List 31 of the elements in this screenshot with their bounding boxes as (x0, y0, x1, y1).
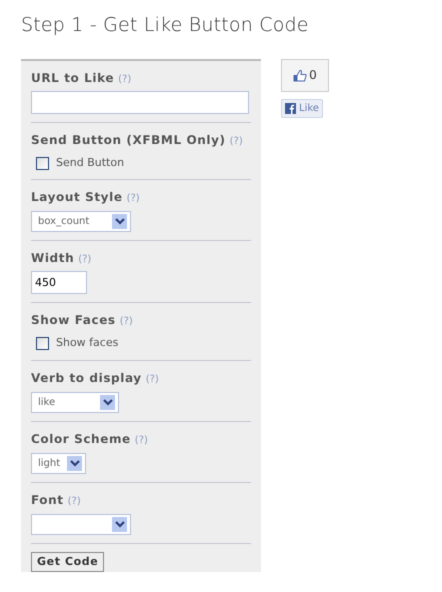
field-label: Verb to display (31, 370, 142, 387)
help-link[interactable]: (?) (146, 372, 159, 387)
f-logo-icon (285, 102, 296, 114)
help-link[interactable]: (?) (230, 134, 243, 149)
field-label: Font (31, 492, 64, 509)
help-link[interactable]: (?) (118, 72, 132, 87)
checkbox[interactable] (36, 156, 49, 170)
dropdown[interactable]: box_count (31, 211, 131, 232)
input-field[interactable]: 450 (31, 271, 87, 294)
like-button[interactable]: Like (281, 98, 323, 118)
field-label: Send Button (XFBML Only) (31, 132, 226, 149)
help-link[interactable]: (?) (134, 432, 148, 448)
field-label: Show Faces (31, 312, 116, 330)
thumbs-up-icon (293, 68, 308, 82)
field-label: Layout Style (31, 189, 123, 206)
checkbox-label: Show faces (56, 335, 118, 352)
dropdown[interactable]: light (31, 452, 86, 474)
input-field[interactable] (31, 90, 249, 114)
get-code-button[interactable]: Get Code (31, 552, 104, 572)
dropdown[interactable]: like (31, 392, 119, 413)
help-link[interactable]: (?) (120, 314, 133, 330)
page-heading: Step 1 - Get Like Button Code (21, 14, 310, 37)
field-label: URL to Like (31, 70, 114, 87)
checkbox[interactable] (36, 337, 49, 350)
field-label: Width (31, 250, 74, 268)
help-link[interactable]: (?) (78, 252, 92, 268)
help-link[interactable]: (?) (68, 494, 81, 509)
checkbox-label: Send Button (56, 154, 124, 171)
like-count: 0 (309, 67, 317, 84)
help-link[interactable]: (?) (126, 191, 140, 206)
field-label: Color Scheme (31, 430, 131, 448)
